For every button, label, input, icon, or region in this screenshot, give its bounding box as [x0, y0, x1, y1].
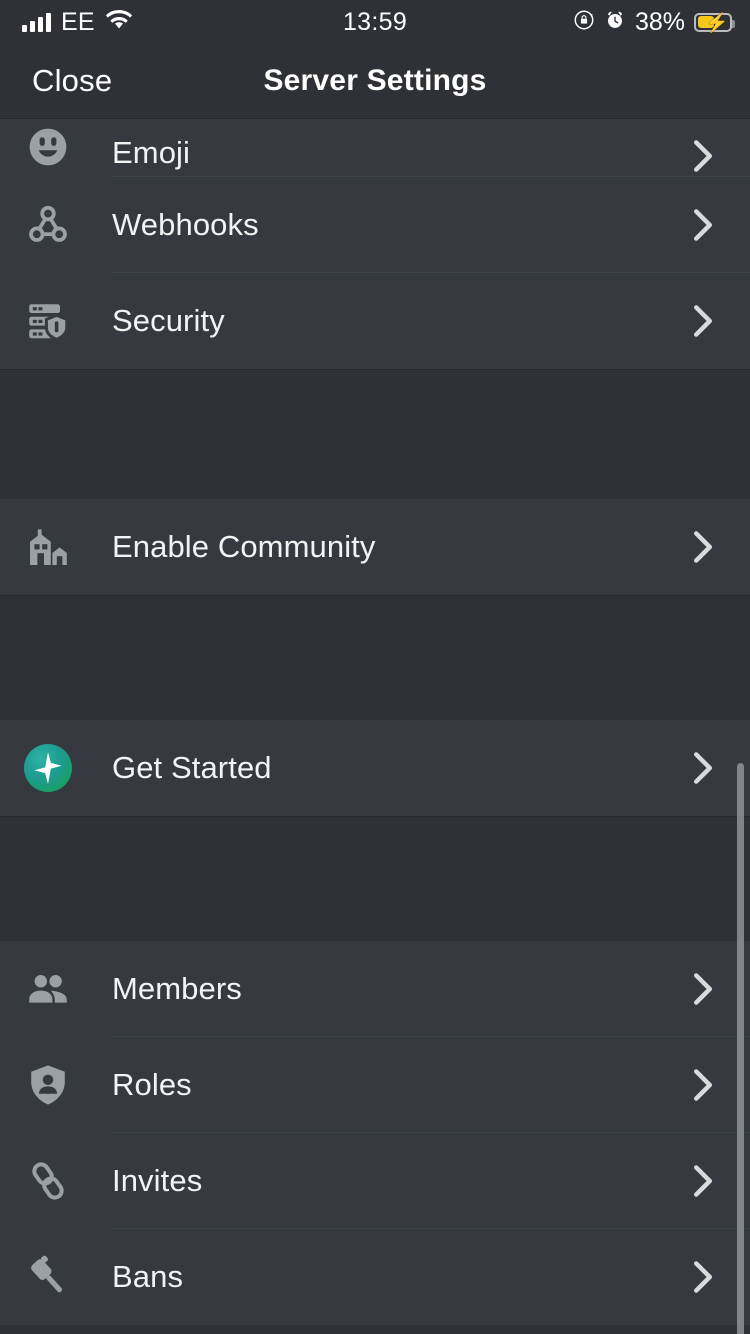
settings-row-roles[interactable]: Roles — [0, 1037, 750, 1133]
clock-label: 13:59 — [343, 8, 407, 37]
sparkle-badge-icon — [24, 744, 88, 792]
section-gap-user-management: USER MANAGEMENT — [0, 816, 750, 941]
settings-section-top: Emoji Webhooks — [0, 119, 750, 369]
settings-row-label: Get Started — [88, 750, 688, 786]
chevron-right-icon — [688, 1262, 718, 1292]
status-bar-left: EE — [0, 8, 133, 37]
roles-shield-icon — [24, 1061, 88, 1109]
members-icon — [24, 965, 88, 1013]
signal-bars-icon — [22, 12, 51, 32]
settings-row-label: Emoji — [88, 135, 688, 171]
invites-link-icon — [24, 1157, 88, 1205]
chevron-right-icon — [688, 210, 718, 240]
settings-row-label: Roles — [88, 1067, 688, 1103]
chevron-right-icon — [688, 532, 718, 562]
battery-charging-icon: ⚡ — [694, 13, 732, 32]
server-security-icon — [24, 297, 88, 345]
section-gap-subscriptions: SERVER SUBSCRIPTIONS — [0, 595, 750, 720]
section-gap-community: COMMUNITY — [0, 369, 750, 499]
status-bar: EE 13:59 — [0, 0, 750, 44]
settings-row-get-started[interactable]: Get Started — [0, 720, 750, 816]
emoji-icon — [24, 123, 88, 171]
settings-row-security[interactable]: Security — [0, 273, 750, 369]
settings-row-label: Members — [88, 971, 688, 1007]
settings-section-user-management: Members Roles — [0, 941, 750, 1325]
settings-row-label: Security — [88, 303, 688, 339]
chevron-right-icon — [688, 753, 718, 783]
carrier-label: EE — [61, 8, 95, 37]
page-title: Server Settings — [0, 44, 750, 118]
rotation-lock-icon — [573, 9, 595, 36]
chevron-right-icon — [688, 306, 718, 336]
community-buildings-icon — [24, 523, 88, 571]
settings-row-webhooks[interactable]: Webhooks — [0, 177, 750, 273]
status-bar-right: 38% ⚡ — [573, 0, 732, 44]
chevron-right-icon — [688, 141, 718, 171]
wifi-icon — [105, 9, 133, 35]
settings-row-members[interactable]: Members — [0, 941, 750, 1037]
chevron-right-icon — [688, 974, 718, 1004]
alarm-clock-icon — [604, 9, 626, 36]
chevron-right-icon — [688, 1166, 718, 1196]
settings-section-community: Enable Community — [0, 499, 750, 595]
bans-hammer-icon — [24, 1253, 88, 1301]
webhook-icon — [24, 201, 88, 249]
settings-row-invites[interactable]: Invites — [0, 1133, 750, 1229]
chevron-right-icon — [688, 1070, 718, 1100]
battery-percent-label: 38% — [635, 8, 685, 37]
settings-row-label: Invites — [88, 1163, 688, 1199]
settings-row-enable-community[interactable]: Enable Community — [0, 499, 750, 595]
settings-row-label: Webhooks — [88, 207, 688, 243]
settings-scroll-area[interactable]: Emoji Webhooks — [0, 118, 750, 1334]
settings-row-label: Enable Community — [88, 529, 688, 565]
settings-row-bans[interactable]: Bans — [0, 1229, 750, 1325]
settings-section-server-subscriptions: Get Started — [0, 720, 750, 816]
settings-row-emoji[interactable]: Emoji — [0, 119, 750, 177]
app-screen: EE 13:59 — [0, 0, 750, 1334]
vertical-scrollbar[interactable] — [737, 763, 744, 1334]
settings-row-label: Bans — [88, 1259, 688, 1295]
navigation-bar: Close Server Settings — [0, 44, 750, 118]
close-button[interactable]: Close — [0, 63, 112, 99]
